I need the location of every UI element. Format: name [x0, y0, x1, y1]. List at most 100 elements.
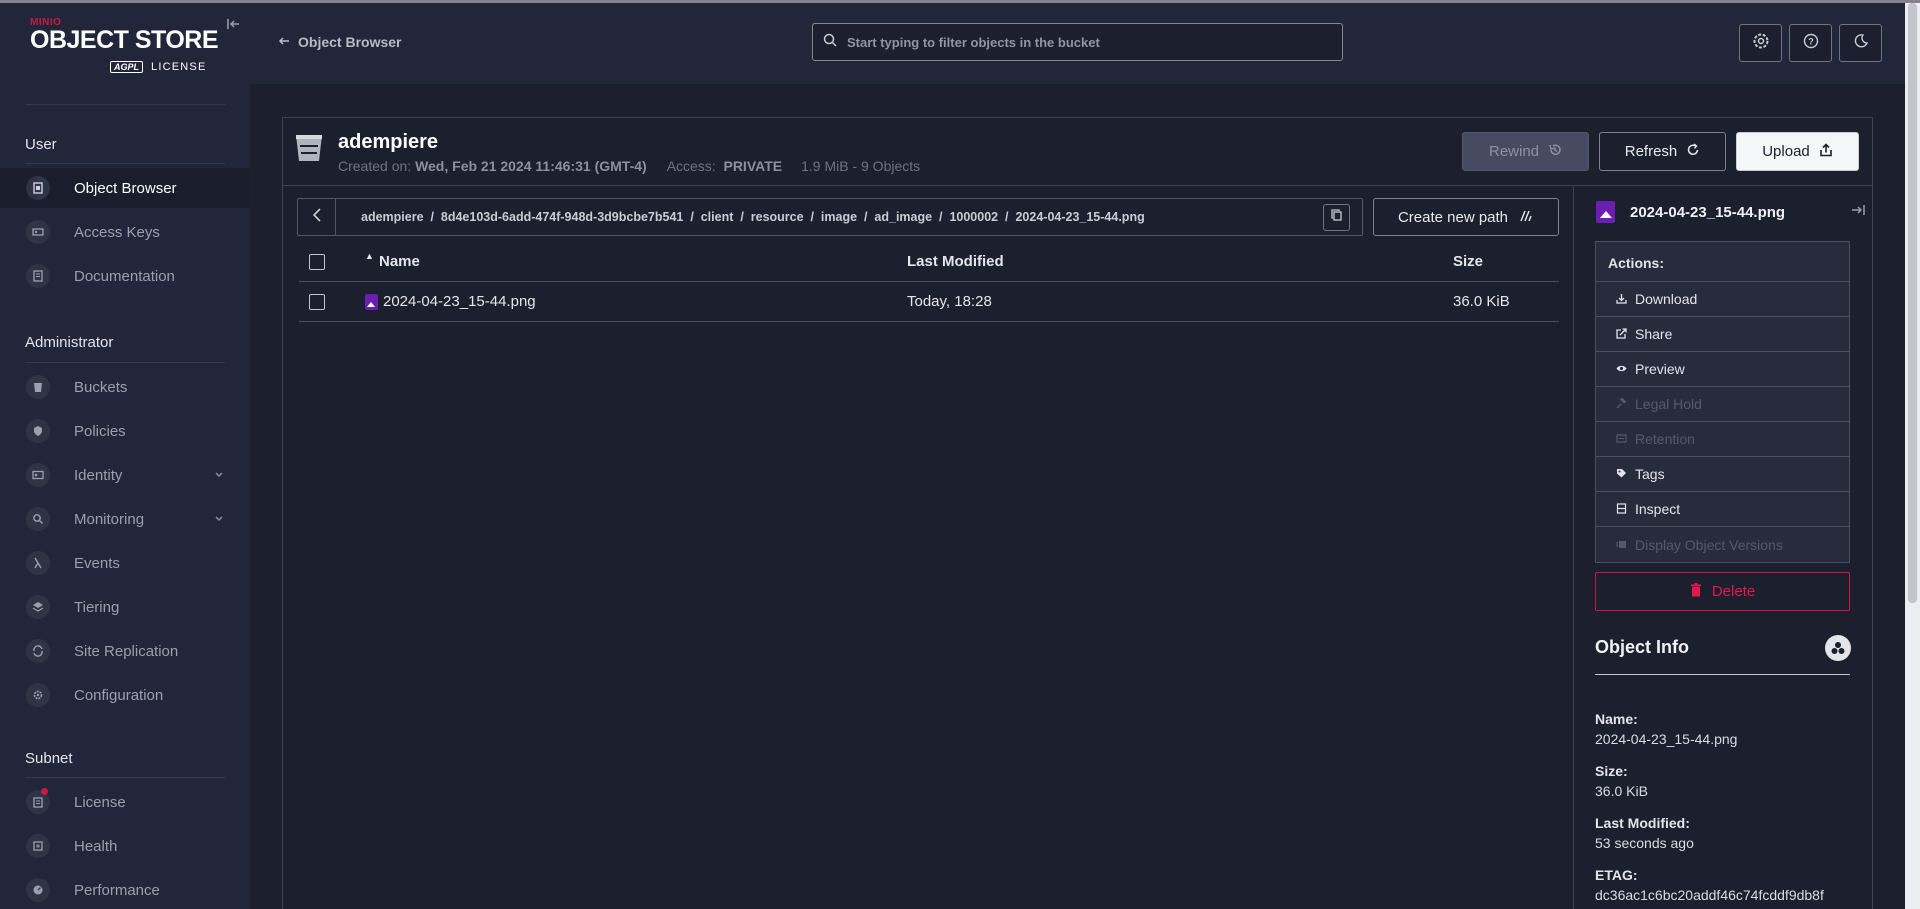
sidebar-item-label: License: [74, 793, 126, 811]
help-button[interactable]: ?: [1789, 24, 1832, 62]
id-card-icon: [26, 463, 50, 487]
upload-button[interactable]: Upload: [1736, 132, 1859, 171]
sidebar-item-label: Site Replication: [74, 642, 179, 660]
copy-path-button[interactable]: [1323, 204, 1350, 231]
search-box: [812, 23, 1343, 61]
action-display-object-versions: Display Object Versions: [1596, 527, 1849, 562]
refresh-icon: [1686, 142, 1700, 161]
replication-icon: [26, 639, 50, 663]
sidebar-item-label: Health: [74, 837, 118, 855]
moon-icon: [1853, 33, 1869, 54]
select-all-checkbox[interactable]: [309, 254, 325, 270]
eye-icon: [1616, 361, 1627, 377]
sidebar-item-health[interactable]: Health: [0, 826, 250, 866]
sidebar-item-configuration[interactable]: Configuration: [0, 675, 250, 715]
refresh-button[interactable]: Refresh: [1599, 132, 1726, 171]
bucket-icon: [26, 375, 50, 399]
sidebar-item-access-keys[interactable]: Access Keys: [0, 212, 250, 252]
settings-button[interactable]: [1739, 24, 1782, 62]
back-to-object-browser-link[interactable]: Object Browser: [278, 34, 401, 50]
action-label: Inspect: [1635, 501, 1681, 517]
bucket-icon: [295, 132, 323, 162]
new-path-icon: [1518, 208, 1534, 226]
info-size-value: 36.0 KiB: [1595, 783, 1648, 799]
scrollbar-thumb[interactable]: [1908, 3, 1917, 603]
action-inspect[interactable]: Inspect: [1596, 492, 1849, 527]
action-label: Share: [1635, 326, 1673, 342]
column-header-last-modified[interactable]: Last Modified: [907, 253, 1004, 270]
download-icon: [1616, 291, 1627, 307]
create-new-path-button[interactable]: Create new path: [1373, 198, 1559, 236]
sidebar-item-label: Configuration: [74, 686, 164, 704]
sidebar-item-policies[interactable]: Policies: [0, 411, 250, 451]
info-name-label: Name:: [1595, 711, 1638, 727]
sort-ascending-icon[interactable]: ▲: [365, 251, 374, 261]
dark-mode-toggle[interactable]: [1839, 24, 1882, 62]
file-last-modified: Today, 18:28: [907, 293, 992, 310]
sidebar-item-site-replication[interactable]: Site Replication: [0, 631, 250, 671]
sidebar-item-events[interactable]: Events: [0, 543, 250, 583]
action-preview[interactable]: Preview: [1596, 352, 1849, 387]
image-file-icon: [1596, 201, 1615, 223]
layers-icon: [26, 595, 50, 619]
bucket-header: adempiere Created on: Wed, Feb 21 2024 1…: [283, 118, 1872, 186]
action-tags[interactable]: Tags: [1596, 457, 1849, 492]
section-subnet: Subnet: [25, 750, 73, 767]
gear-icon: [1751, 31, 1771, 56]
logo-divider: [25, 104, 225, 105]
search-input[interactable]: [847, 34, 1327, 50]
chevron-down-icon[interactable]: [212, 512, 226, 526]
sidebar: MINIO OBJECT STORE AGPL LICENSE User Obj…: [0, 3, 250, 909]
document-icon: [26, 264, 50, 288]
sidebar-item-object-browser[interactable]: Object Browser: [0, 168, 250, 208]
logo-license: AGPL LICENSE: [110, 61, 207, 73]
actions-title: Actions:: [1596, 242, 1849, 282]
metadata-icon[interactable]: [1825, 635, 1851, 661]
logo-product: OBJECT STORE: [30, 26, 219, 54]
back-link-label: Object Browser: [298, 34, 402, 50]
column-header-name[interactable]: Name: [379, 253, 420, 270]
object-info-title: Object Info: [1595, 637, 1689, 657]
sidebar-item-label: Access Keys: [74, 223, 160, 241]
sidebar-item-license[interactable]: License: [0, 782, 250, 822]
gear-icon: [26, 683, 50, 707]
svg-text:?: ?: [1808, 36, 1814, 46]
action-label: Retention: [1635, 431, 1695, 447]
speedometer-icon: [26, 878, 50, 902]
minio-logo: MINIO OBJECT STORE AGPL LICENSE: [30, 17, 225, 81]
sidebar-item-performance[interactable]: Performance: [0, 870, 250, 909]
info-name-value: 2024-04-23_15-44.png: [1595, 731, 1738, 747]
action-label: Download: [1635, 291, 1698, 307]
breadcrumb-path[interactable]: adempiere / 8d4e103d-6add-474f-948d-3d9b…: [361, 210, 1145, 224]
action-download[interactable]: Download: [1596, 282, 1849, 317]
row-checkbox[interactable]: [309, 294, 325, 310]
sidebar-item-label: Object Browser: [74, 179, 177, 197]
file-size: 36.0 KiB: [1453, 293, 1510, 310]
sidebar-item-buckets[interactable]: Buckets: [0, 367, 250, 407]
sidebar-item-tiering[interactable]: Tiering: [0, 587, 250, 627]
section-administrator: Administrator: [25, 334, 114, 351]
upload-icon: [1819, 142, 1833, 161]
copy-icon: [1330, 208, 1344, 227]
table-row[interactable]: 2024-04-23_15-44.png Today, 18:28 36.0 K…: [299, 282, 1559, 322]
column-header-size[interactable]: Size: [1453, 253, 1483, 270]
page-scrollbar[interactable]: [1905, 3, 1920, 909]
rewind-button[interactable]: Rewind: [1462, 132, 1589, 171]
object-info-divider: [1595, 674, 1850, 675]
objects-table: ▲ Name Last Modified Size 2024-04-23_15-…: [299, 242, 1559, 322]
chevron-down-icon[interactable]: [212, 468, 226, 482]
object-details-panel: 2024-04-23_15-44.png Actions: Download S…: [1573, 186, 1872, 909]
sidebar-item-monitoring[interactable]: Monitoring: [0, 499, 250, 539]
breadcrumb-back-button[interactable]: [298, 199, 336, 235]
sidebar-item-label: Tiering: [74, 598, 120, 616]
sidebar-item-documentation[interactable]: Documentation: [0, 256, 250, 296]
sidebar-item-identity[interactable]: Identity: [0, 455, 250, 495]
delete-label: Delete: [1711, 583, 1756, 600]
delete-button[interactable]: Delete: [1595, 572, 1850, 611]
action-share[interactable]: Share: [1596, 317, 1849, 352]
info-modified-label: Last Modified:: [1595, 815, 1690, 831]
bucket-name: adempiere: [338, 131, 439, 153]
collapse-sidebar-icon[interactable]: [226, 17, 240, 31]
monitoring-icon: [26, 507, 50, 531]
close-panel-icon[interactable]: [1850, 202, 1866, 218]
